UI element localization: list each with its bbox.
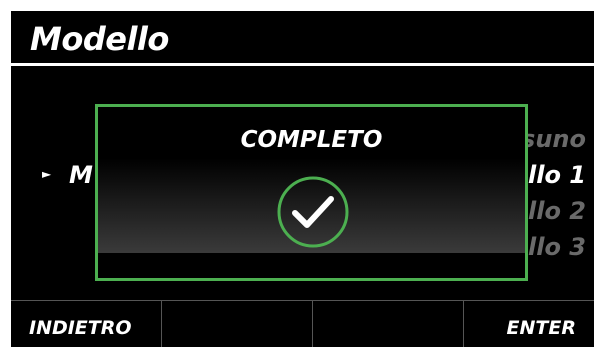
menu-item-3[interactable]: llo 3 [528, 233, 586, 261]
device-screen: Modello ► M suno llo 1 llo 2 llo 3 COMPL… [11, 11, 594, 347]
softkey-3[interactable] [313, 301, 464, 347]
softkey-bar: INDIETRO ENTER [11, 300, 594, 347]
check-circle-icon [277, 176, 349, 248]
softkey-2[interactable] [162, 301, 313, 347]
selection-arrow-icon: ► [42, 167, 52, 181]
page-title: Modello [30, 20, 169, 58]
title-divider [11, 63, 594, 66]
dialog-footer [98, 253, 525, 278]
back-softkey[interactable]: INDIETRO [11, 301, 162, 347]
complete-dialog: COMPLETO [95, 104, 528, 281]
menu-item-selected-label[interactable]: M [69, 161, 93, 189]
menu-item-2[interactable]: llo 2 [528, 197, 586, 225]
enter-softkey[interactable]: ENTER [464, 301, 594, 347]
dialog-title: COMPLETO [240, 127, 383, 153]
menu-item-1[interactable]: llo 1 [528, 161, 586, 189]
menu-item-0[interactable]: suno [521, 125, 586, 153]
